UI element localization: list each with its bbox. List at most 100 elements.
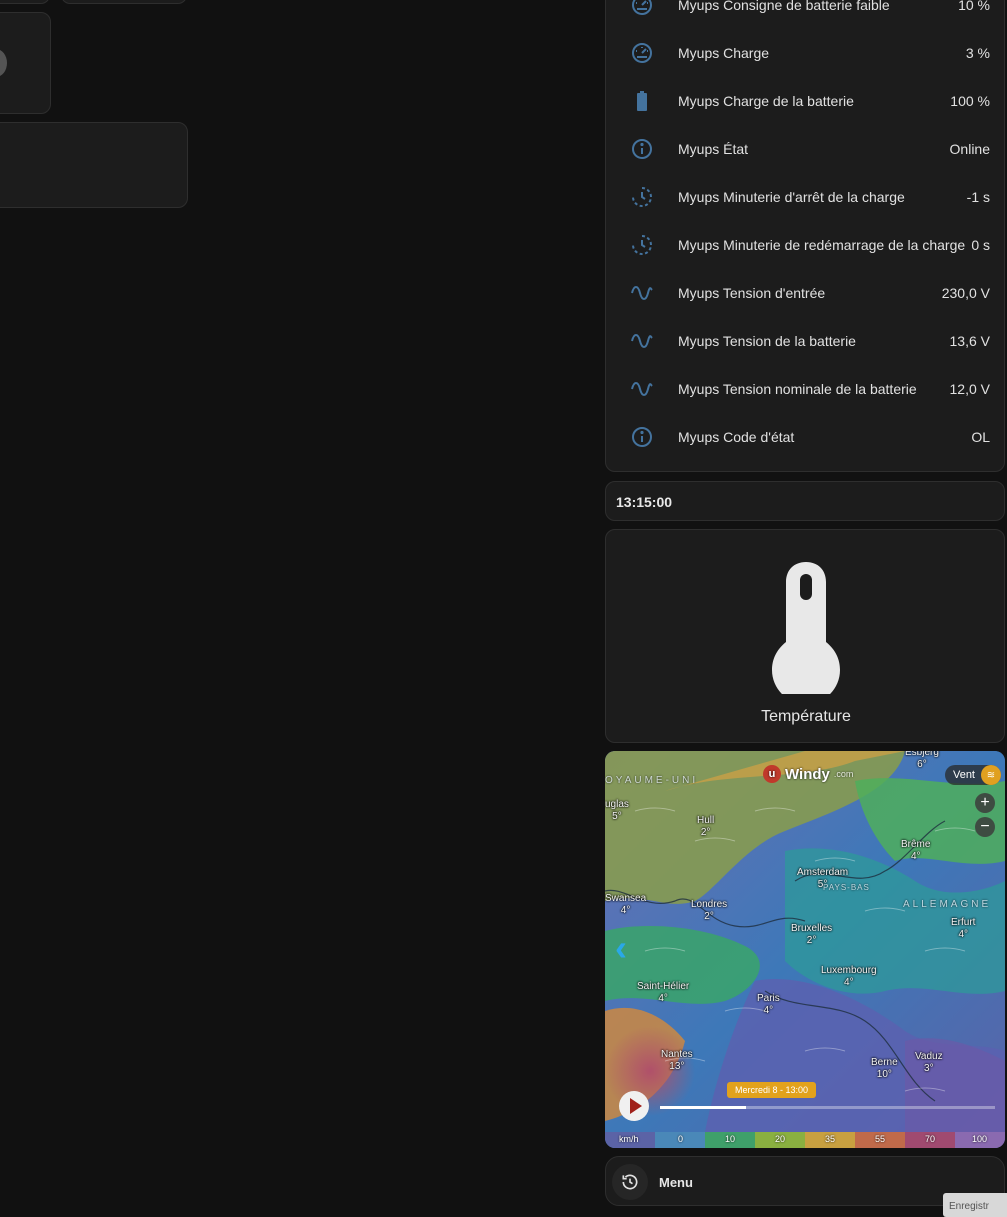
entity-value: -1 s bbox=[966, 189, 990, 205]
clock-card: 13:15:00 bbox=[605, 481, 1005, 521]
entity-row[interactable]: Myups Tension nominale de la batterie 12,… bbox=[606, 365, 1006, 413]
city-name: uglas bbox=[605, 799, 629, 810]
entity-name: Myups Code d'état bbox=[678, 429, 795, 445]
city-label[interactable]: Saint-Hélier 4° bbox=[637, 981, 689, 1005]
city-name: Brême bbox=[901, 839, 931, 850]
history-icon[interactable] bbox=[612, 1164, 648, 1200]
city-label[interactable]: Luxembourg 4° bbox=[821, 965, 877, 989]
city-temp: 5° bbox=[612, 811, 622, 822]
city-label[interactable]: Paris 4° bbox=[757, 993, 780, 1017]
city-label[interactable]: Nantes 13° bbox=[661, 1049, 693, 1073]
entity-name: Myups Tension de la batterie bbox=[678, 333, 856, 349]
legend-value: 70 bbox=[925, 1134, 936, 1144]
legend-value: 35 bbox=[825, 1134, 836, 1144]
layer-selector[interactable]: Vent ≋ bbox=[944, 765, 1001, 785]
entity-value: 3 % bbox=[965, 45, 990, 61]
city-name: Swansea bbox=[605, 893, 647, 904]
entity-value: OL bbox=[971, 429, 990, 445]
entity-name: Myups Tension d'entrée bbox=[678, 285, 826, 301]
city-name: Vaduz bbox=[915, 1051, 943, 1062]
city-label[interactable]: Londres 2° bbox=[691, 899, 727, 923]
timeline-progress bbox=[660, 1106, 746, 1109]
zoom-in-button[interactable]: + bbox=[975, 793, 995, 813]
info-icon bbox=[630, 425, 654, 449]
city-name: Amsterdam bbox=[797, 867, 849, 878]
entity-row[interactable]: Myups Tension de la batterie 13,6 V bbox=[606, 317, 1006, 365]
city-temp: 3° bbox=[924, 1063, 934, 1074]
entity-value: 0 s bbox=[971, 237, 990, 253]
entity-row[interactable]: Myups Charge 3 % bbox=[606, 29, 1006, 77]
entity-row[interactable]: Myups Consigne de batterie faible 10 % bbox=[606, 0, 1006, 29]
windy-map-card[interactable]: u Windy .com Vent ≋ + − OYAUME-UNI PAYS-B… bbox=[605, 751, 1005, 1148]
windy-logo-icon: u bbox=[763, 765, 781, 783]
windy-brand: Windy bbox=[785, 765, 830, 783]
entity-row[interactable]: Myups Code d'état OL bbox=[606, 413, 1006, 461]
city-label[interactable]: Bruxelles 2° bbox=[791, 923, 832, 947]
city-temp: 2° bbox=[806, 935, 817, 946]
entity-value: 10 % bbox=[958, 0, 990, 13]
legend-value: 100 bbox=[972, 1134, 988, 1144]
thermometer-icon bbox=[772, 562, 840, 694]
timer-icon bbox=[630, 185, 654, 209]
gauge-icon bbox=[630, 0, 654, 17]
city-label[interactable]: Hull 2° bbox=[697, 815, 714, 839]
left-card-toggle[interactable] bbox=[0, 12, 51, 114]
city-name: Nantes bbox=[661, 1049, 693, 1060]
entity-value: Online bbox=[949, 141, 990, 157]
city-label[interactable]: Berne 10° bbox=[871, 1057, 898, 1081]
left-card-top-a bbox=[0, 0, 50, 4]
entity-row[interactable]: Myups Charge de la batterie 100 % bbox=[606, 77, 1006, 125]
entity-name: Myups Consigne de batterie faible bbox=[678, 0, 890, 13]
windy-logo[interactable]: u Windy .com bbox=[763, 765, 853, 783]
city-label[interactable]: uglas 5° bbox=[605, 799, 629, 823]
clock-time: 13:15:00 bbox=[616, 494, 673, 510]
city-temp: 5° bbox=[817, 879, 828, 890]
entity-row[interactable]: Myups Minuterie de redémarrage de la cha… bbox=[606, 221, 1006, 269]
left-card-top-b bbox=[61, 0, 187, 4]
entity-row[interactable]: Myups Minuterie d'arrêt de la charge -1 s bbox=[606, 173, 1006, 221]
city-name: Erfurt bbox=[951, 917, 976, 928]
entity-value: 100 % bbox=[950, 93, 990, 109]
city-name: Bruxelles bbox=[791, 923, 833, 934]
city-temp: 10° bbox=[876, 1069, 892, 1080]
city-temp: 2° bbox=[704, 911, 714, 922]
save-button[interactable]: Enregistr bbox=[943, 1193, 1007, 1217]
city-label[interactable]: Esbjerg 6° bbox=[905, 751, 939, 771]
entity-value: 12,0 V bbox=[949, 381, 990, 397]
city-label[interactable]: Erfurt 4° bbox=[951, 917, 975, 941]
play-icon bbox=[629, 1098, 642, 1114]
chevron-left-icon[interactable]: ‹ bbox=[615, 927, 627, 969]
entity-row[interactable]: Myups Tension d'entrée 230,0 V bbox=[606, 269, 1006, 317]
timeline-slider[interactable] bbox=[660, 1106, 995, 1109]
gauge-icon bbox=[630, 41, 654, 65]
entity-name: Myups Minuterie d'arrêt de la charge bbox=[678, 189, 905, 205]
timer-icon bbox=[630, 233, 654, 257]
city-temp: 4° bbox=[958, 929, 968, 940]
city-temp: 4° bbox=[910, 851, 921, 862]
city-label[interactable]: Amsterdam 5° bbox=[797, 867, 848, 891]
city-label[interactable]: Vaduz 3° bbox=[915, 1051, 943, 1075]
battery-icon bbox=[630, 89, 654, 113]
toggle-knob[interactable] bbox=[0, 49, 7, 77]
city-label[interactable]: Swansea 4° bbox=[605, 893, 646, 917]
city-name: Saint-Hélier bbox=[637, 981, 690, 992]
play-button[interactable] bbox=[619, 1091, 649, 1121]
country-label: ALLEMAGNE bbox=[903, 899, 992, 910]
entity-name: Myups Minuterie de redémarrage de la cha… bbox=[678, 237, 966, 253]
left-card-wide bbox=[0, 122, 188, 208]
windy-brand-suffix: .com bbox=[833, 769, 854, 779]
city-name: Londres bbox=[691, 899, 728, 910]
ups-entities-card: Myups Consigne de batterie faible 10 % Myu… bbox=[605, 0, 1005, 472]
zoom-out-button[interactable]: − bbox=[975, 817, 995, 837]
city-name: Luxembourg bbox=[821, 965, 877, 976]
legend-value: 0 bbox=[678, 1134, 684, 1144]
country-label: OYAUME-UNI bbox=[605, 775, 699, 786]
menu-label: Menu bbox=[659, 1175, 693, 1190]
city-label[interactable]: Brême 4° bbox=[901, 839, 930, 863]
entity-name: Myups État bbox=[678, 141, 749, 157]
entity-value: 13,6 V bbox=[949, 333, 990, 349]
city-temp: 4° bbox=[844, 977, 854, 988]
city-temp: 2° bbox=[700, 827, 711, 838]
entity-row[interactable]: Myups État Online bbox=[606, 125, 1006, 173]
temperature-card[interactable]: Température bbox=[605, 529, 1005, 743]
